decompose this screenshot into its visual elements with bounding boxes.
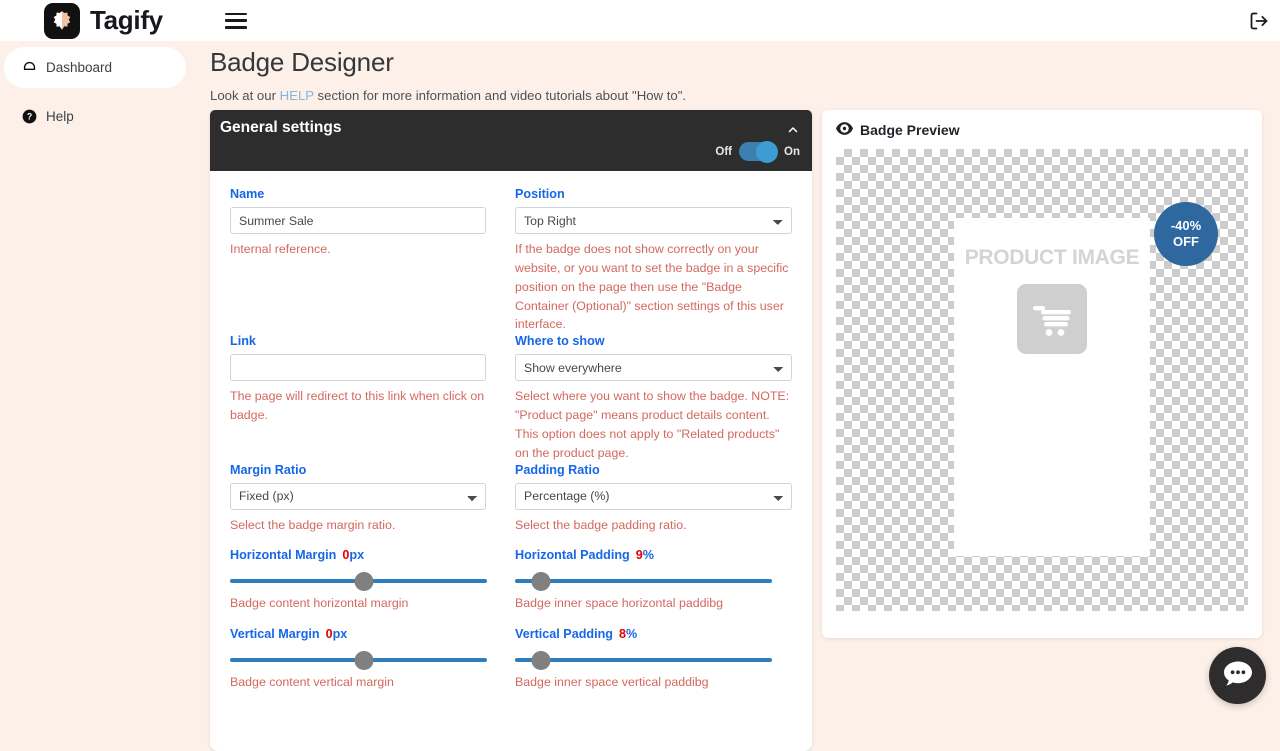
padding-ratio-label: Padding Ratio xyxy=(515,463,792,477)
padding-ratio-help: Select the badge padding ratio. xyxy=(515,516,792,535)
general-settings-body: Name Internal reference. Position Top Ri… xyxy=(210,171,812,689)
eye-icon xyxy=(836,122,853,138)
vertical-padding-unit: % xyxy=(626,627,637,641)
field-name: Name Internal reference. xyxy=(230,187,511,334)
enable-toggle[interactable] xyxy=(739,142,777,161)
link-input[interactable] xyxy=(230,354,486,381)
svg-text:?: ? xyxy=(27,112,32,122)
padding-ratio-select[interactable]: Percentage (%) xyxy=(515,483,792,510)
field-margin-ratio: Margin Ratio Fixed (px) Select the badge… xyxy=(230,463,511,535)
product-image-placeholder: PRODUCT IMAGE xyxy=(954,218,1150,556)
where-to-show-help: Select where you want to show the badge.… xyxy=(515,387,792,462)
vertical-margin-slider[interactable] xyxy=(230,649,486,671)
margin-ratio-select[interactable]: Fixed (px) xyxy=(230,483,486,510)
field-where-to-show: Where to show Show everywhere Select whe… xyxy=(511,334,792,462)
dashboard-icon xyxy=(22,60,37,75)
brand-name: Tagify xyxy=(90,5,163,36)
badge-discount-line2: OFF xyxy=(1173,234,1199,250)
subtitle-text-before: Look at our xyxy=(210,88,280,103)
sidebar: Dashboard ? Help xyxy=(0,41,190,720)
field-position: Position Top Right If the badge does not… xyxy=(511,187,792,334)
row-horizontal-sliders: Horizontal Margin0px Badge content horiz… xyxy=(230,548,792,610)
badge-preview-stage: PRODUCT IMAGE -40% OFF xyxy=(836,149,1248,611)
page-subtitle: Look at our HELP section for more inform… xyxy=(210,88,1280,103)
vertical-margin-value: 0 xyxy=(326,627,333,641)
field-vertical-padding: Vertical Padding 8% Badge inner space ver… xyxy=(511,627,792,689)
horizontal-padding-value: 9 xyxy=(636,548,643,562)
horizontal-padding-label: Horizontal Padding xyxy=(515,548,630,562)
chat-bubble-button[interactable] xyxy=(1209,647,1266,704)
badge-preview-circle: -40% OFF xyxy=(1154,202,1218,266)
vertical-padding-help: Badge inner space vertical paddibg xyxy=(515,675,792,689)
position-select[interactable]: Top Right xyxy=(515,207,792,234)
badge-preview-title: Badge Preview xyxy=(860,122,960,138)
general-settings-header: General settings Off On xyxy=(210,110,812,171)
logout-icon[interactable] xyxy=(1249,11,1269,31)
brand-logo[interactable]: Tagify xyxy=(44,3,163,39)
subtitle-text-after: section for more information and video t… xyxy=(314,88,686,103)
name-help: Internal reference. xyxy=(230,240,486,259)
position-label: Position xyxy=(515,187,792,201)
horizontal-margin-slider[interactable] xyxy=(230,570,486,592)
general-settings-card: General settings Off On Name Internal re… xyxy=(210,110,812,751)
horizontal-padding-unit: % xyxy=(643,548,654,562)
link-help: The page will redirect to this link when… xyxy=(230,387,486,425)
sidebar-item-label: Help xyxy=(46,109,74,124)
horizontal-padding-help: Badge inner space horizontal paddibg xyxy=(515,596,792,610)
row-vertical-sliders: Vertical Margin 0px Badge content vertica… xyxy=(230,627,792,689)
question-circle-icon: ? xyxy=(22,109,37,124)
toggle-off-label: Off xyxy=(715,146,732,158)
vertical-margin-help: Badge content vertical margin xyxy=(230,675,486,689)
where-to-show-label: Where to show xyxy=(515,334,792,348)
name-input[interactable] xyxy=(230,207,486,234)
top-bar: Tagify xyxy=(0,0,1280,41)
page-title: Badge Designer xyxy=(210,47,1280,78)
section-title: General settings xyxy=(220,119,798,137)
horizontal-padding-slider[interactable] xyxy=(515,570,792,592)
horizontal-margin-label: Horizontal Margin xyxy=(230,548,336,562)
row-name-position: Name Internal reference. Position Top Ri… xyxy=(230,187,792,334)
margin-ratio-label: Margin Ratio xyxy=(230,463,486,477)
position-help: If the badge does not show correctly on … xyxy=(515,240,792,334)
where-to-show-select[interactable]: Show everywhere xyxy=(515,354,792,381)
vertical-padding-slider[interactable] xyxy=(515,649,792,671)
toggle-on-label: On xyxy=(784,146,800,158)
link-label: Link xyxy=(230,334,486,348)
vertical-padding-value: 8 xyxy=(619,627,626,641)
field-horizontal-padding: Horizontal Padding 9% Badge inner space h… xyxy=(511,548,792,610)
badge-preview-header: Badge Preview xyxy=(836,122,1248,138)
sidebar-item-help[interactable]: ? Help xyxy=(4,96,186,137)
product-placeholder-label: PRODUCT IMAGE xyxy=(965,246,1140,270)
horizontal-margin-help: Badge content horizontal margin xyxy=(230,596,486,610)
shopping-cart-icon xyxy=(1017,284,1087,354)
badge-discount-line1: -40% xyxy=(1171,218,1201,234)
name-label: Name xyxy=(230,187,486,201)
tagify-starburst-logo-icon xyxy=(44,3,80,39)
enable-toggle-group: Off On xyxy=(715,142,800,161)
margin-ratio-help: Select the badge margin ratio. xyxy=(230,516,486,535)
sidebar-item-label: Dashboard xyxy=(46,60,112,75)
field-horizontal-margin: Horizontal Margin0px Badge content horiz… xyxy=(230,548,511,610)
chevron-up-icon[interactable] xyxy=(787,123,799,135)
field-padding-ratio: Padding Ratio Percentage (%) Select the … xyxy=(511,463,792,535)
help-link[interactable]: HELP xyxy=(280,88,314,103)
horizontal-margin-unit: px xyxy=(349,548,364,562)
badge-preview-card: Badge Preview PRODUCT IMAGE -40% xyxy=(822,110,1262,638)
main-content: Badge Designer Look at our HELP section … xyxy=(190,41,1280,720)
field-link: Link The page will redirect to this link… xyxy=(230,334,511,462)
chat-bubble-icon xyxy=(1223,660,1253,692)
field-vertical-margin: Vertical Margin 0px Badge content vertica… xyxy=(230,627,511,689)
vertical-margin-unit: px xyxy=(333,627,348,641)
hamburger-menu-icon[interactable] xyxy=(225,11,247,31)
vertical-margin-label: Vertical Margin xyxy=(230,627,320,641)
sidebar-item-dashboard[interactable]: Dashboard xyxy=(4,47,186,88)
vertical-padding-label: Vertical Padding xyxy=(515,627,613,641)
